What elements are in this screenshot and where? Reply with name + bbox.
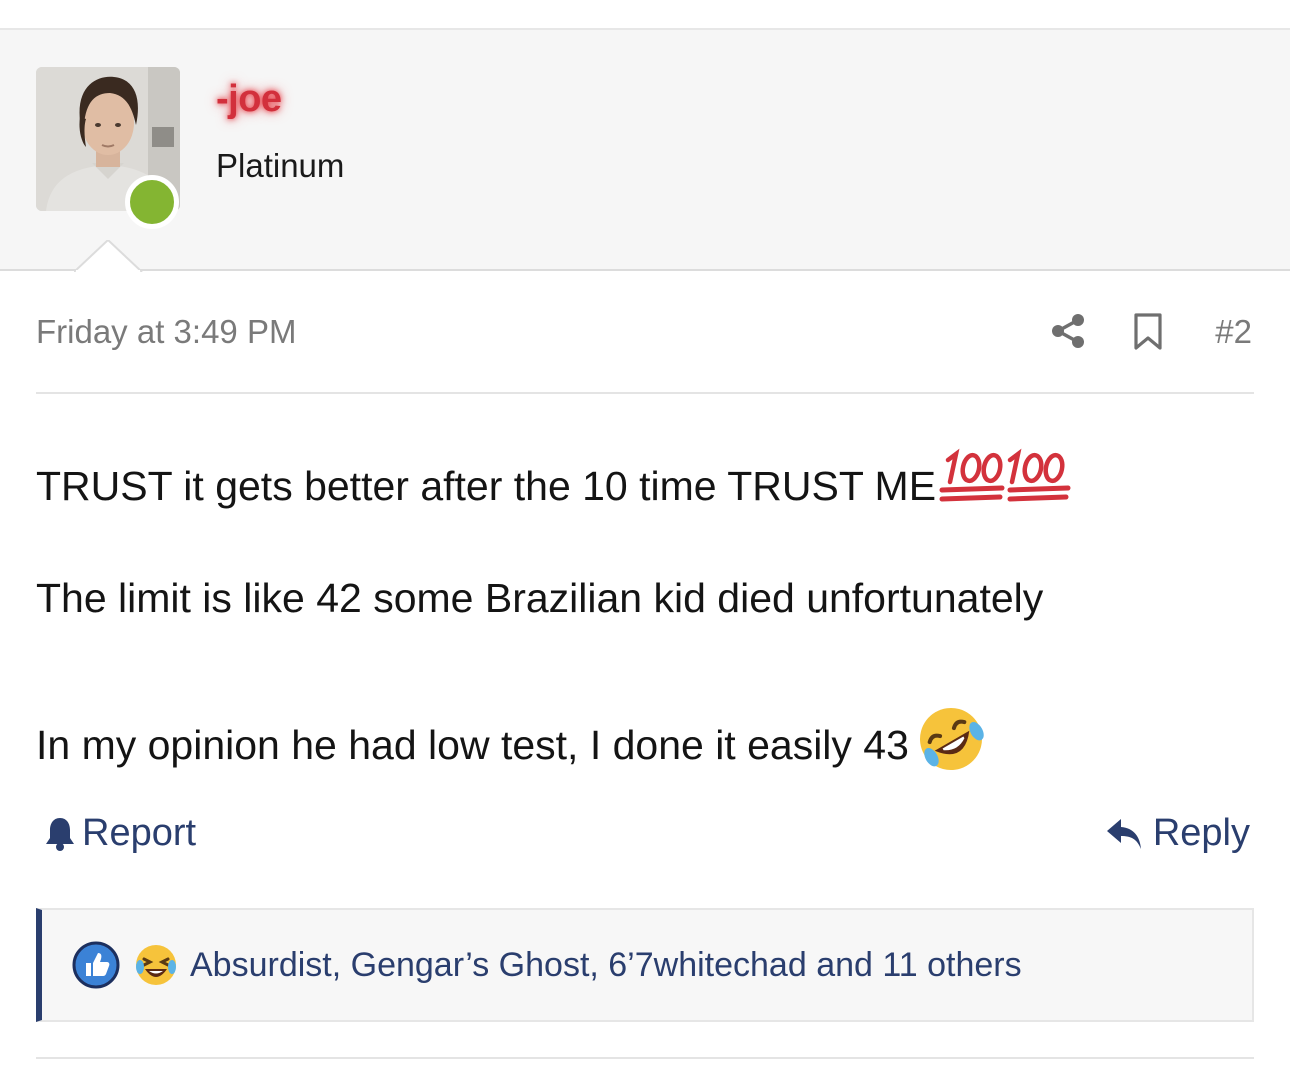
divider bbox=[36, 1057, 1254, 1059]
like-icon bbox=[72, 941, 120, 989]
user-title: Platinum bbox=[216, 147, 345, 184]
report-button[interactable]: Report bbox=[44, 812, 196, 855]
hundred-points-emoji bbox=[939, 448, 1071, 502]
message-text: TRUST it gets better after the 10 time T… bbox=[36, 463, 937, 509]
post-number[interactable]: #2 bbox=[1215, 313, 1252, 351]
rolling-on-floor-laughing-emoji bbox=[919, 708, 984, 770]
post-user-header: -joe Platinum bbox=[0, 30, 1290, 272]
username[interactable]: -joe bbox=[216, 78, 282, 121]
reply-button[interactable]: Reply bbox=[1105, 812, 1250, 855]
online-status-indicator bbox=[125, 175, 179, 229]
reactions-bar[interactable]: Absurdist, Gengar’s Ghost, 6’7whitechad … bbox=[36, 908, 1254, 1022]
top-strip bbox=[0, 0, 1290, 30]
reply-label: Reply bbox=[1152, 812, 1250, 854]
report-label: Report bbox=[82, 812, 197, 854]
message-text: In my opinion he had low test, I done it… bbox=[36, 722, 909, 768]
post-timestamp[interactable]: Friday at 3:49 PM bbox=[36, 313, 296, 351]
message-line: TRUST it gets better after the 10 time T… bbox=[36, 444, 1074, 510]
divider bbox=[36, 392, 1254, 394]
reply-icon bbox=[1106, 818, 1141, 849]
message-line: The limit is like 42 some Brazilian kid … bbox=[36, 575, 1044, 621]
reaction-users-link[interactable]: Absurdist, Gengar’s Ghost, 6’7whitechad … bbox=[190, 946, 1022, 985]
bookmark-icon[interactable] bbox=[1133, 313, 1163, 351]
haha-icon bbox=[136, 945, 176, 985]
post-actions: Report Reply bbox=[36, 810, 1254, 860]
share-icon[interactable] bbox=[1050, 313, 1086, 349]
message-line: In my opinion he had low test, I done it… bbox=[36, 705, 985, 773]
post-meta-row: Friday at 3:49 PM #2 bbox=[36, 305, 1254, 361]
bell-icon bbox=[46, 817, 74, 851]
